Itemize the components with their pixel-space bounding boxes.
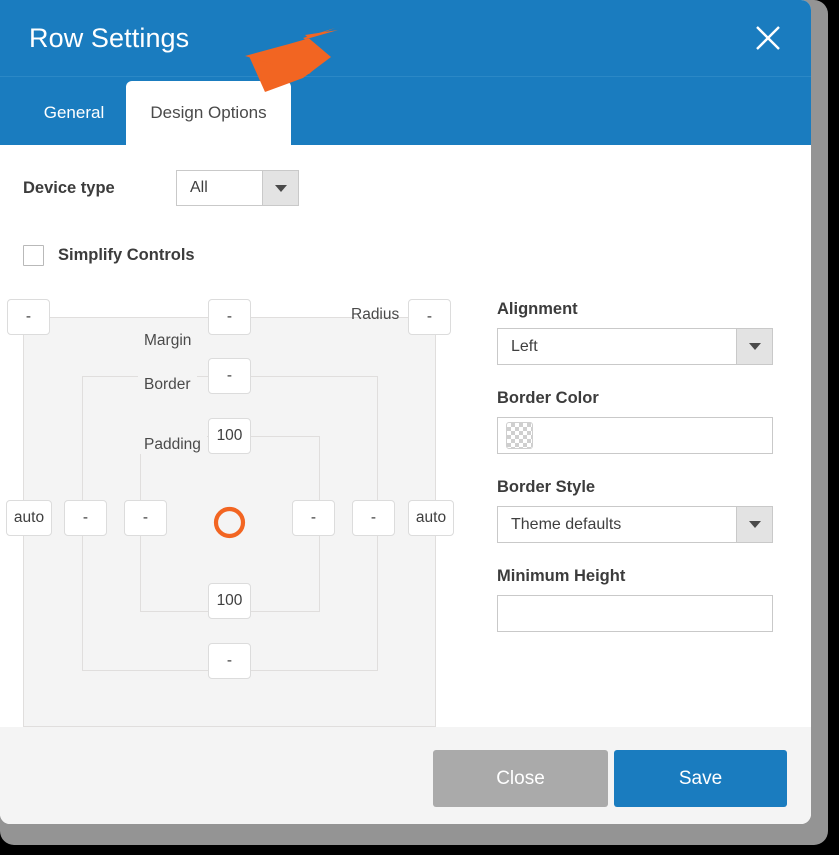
radius-top-right-input[interactable]: - bbox=[408, 299, 451, 335]
margin-top-left-input[interactable]: - bbox=[7, 299, 50, 335]
chevron-down-icon bbox=[736, 507, 772, 542]
device-type-row: Device type All bbox=[23, 170, 299, 206]
margin-top-input[interactable]: - bbox=[208, 299, 251, 335]
minimum-height-input[interactable] bbox=[497, 595, 773, 632]
border-style-field: Border Style Theme defaults bbox=[497, 478, 773, 543]
tab-design-options[interactable]: Design Options bbox=[126, 81, 291, 145]
tab-general[interactable]: General bbox=[22, 81, 126, 145]
design-settings-panel: Alignment Left Border Color Border Style bbox=[497, 300, 773, 656]
border-color-label: Border Color bbox=[497, 389, 599, 407]
device-type-label: Device type bbox=[23, 178, 115, 197]
tab-bar: General Design Options bbox=[0, 77, 811, 145]
alignment-field: Alignment Left bbox=[497, 300, 773, 365]
border-right-input[interactable]: - bbox=[352, 500, 395, 536]
row-settings-modal: Row Settings General Design Options Devi… bbox=[0, 0, 839, 855]
transparent-color-swatch[interactable] bbox=[506, 422, 533, 449]
margin-label: Margin bbox=[144, 332, 192, 349]
checkbox-box[interactable] bbox=[23, 245, 44, 266]
alignment-value: Left bbox=[511, 337, 538, 355]
chevron-down-icon bbox=[262, 171, 298, 205]
simplify-controls-checkbox[interactable]: Simplify Controls bbox=[23, 245, 195, 266]
radius-label: Radius bbox=[351, 306, 400, 323]
padding-bottom-input[interactable]: 100 bbox=[208, 583, 251, 619]
save-button[interactable]: Save bbox=[614, 750, 787, 807]
border-bottom-input[interactable]: - bbox=[208, 643, 251, 679]
device-type-select[interactable]: All bbox=[176, 170, 299, 206]
close-icon[interactable] bbox=[749, 19, 787, 57]
alignment-label: Alignment bbox=[497, 300, 578, 318]
margin-right-input[interactable]: auto bbox=[408, 500, 454, 536]
simplify-controls-label: Simplify Controls bbox=[58, 246, 195, 264]
dialog-body: Device type All Simplify Controls Margin… bbox=[0, 145, 811, 727]
border-color-field: Border Color bbox=[497, 389, 773, 454]
border-label: Border bbox=[138, 376, 197, 394]
padding-label: Padding bbox=[138, 436, 207, 454]
padding-top-input[interactable]: 100 bbox=[208, 418, 251, 454]
minimum-height-label: Minimum Height bbox=[497, 567, 626, 585]
minimum-height-field: Minimum Height bbox=[497, 567, 773, 632]
border-left-input[interactable]: - bbox=[64, 500, 107, 536]
border-style-label: Border Style bbox=[497, 478, 596, 496]
chevron-down-icon bbox=[736, 329, 772, 364]
device-type-value: All bbox=[190, 179, 208, 196]
dialog-header: Row Settings General Design Options bbox=[0, 0, 811, 145]
padding-left-input[interactable]: - bbox=[124, 500, 167, 536]
margin-left-input[interactable]: auto bbox=[6, 500, 52, 536]
border-color-input[interactable] bbox=[497, 417, 773, 454]
orange-ring-spinner-icon bbox=[210, 503, 249, 542]
padding-right-input[interactable]: - bbox=[292, 500, 335, 536]
border-style-select[interactable]: Theme defaults bbox=[497, 506, 773, 543]
page-title: Row Settings bbox=[29, 23, 190, 53]
box-model-editor: Margin Radius Border Padding - - - - 100… bbox=[0, 299, 460, 727]
close-button[interactable]: Close bbox=[433, 750, 608, 807]
border-style-value: Theme defaults bbox=[511, 515, 622, 533]
alignment-select[interactable]: Left bbox=[497, 328, 773, 365]
border-top-input[interactable]: - bbox=[208, 358, 251, 394]
dialog: Row Settings General Design Options Devi… bbox=[0, 0, 811, 824]
dialog-footer: Close Save bbox=[0, 727, 811, 824]
